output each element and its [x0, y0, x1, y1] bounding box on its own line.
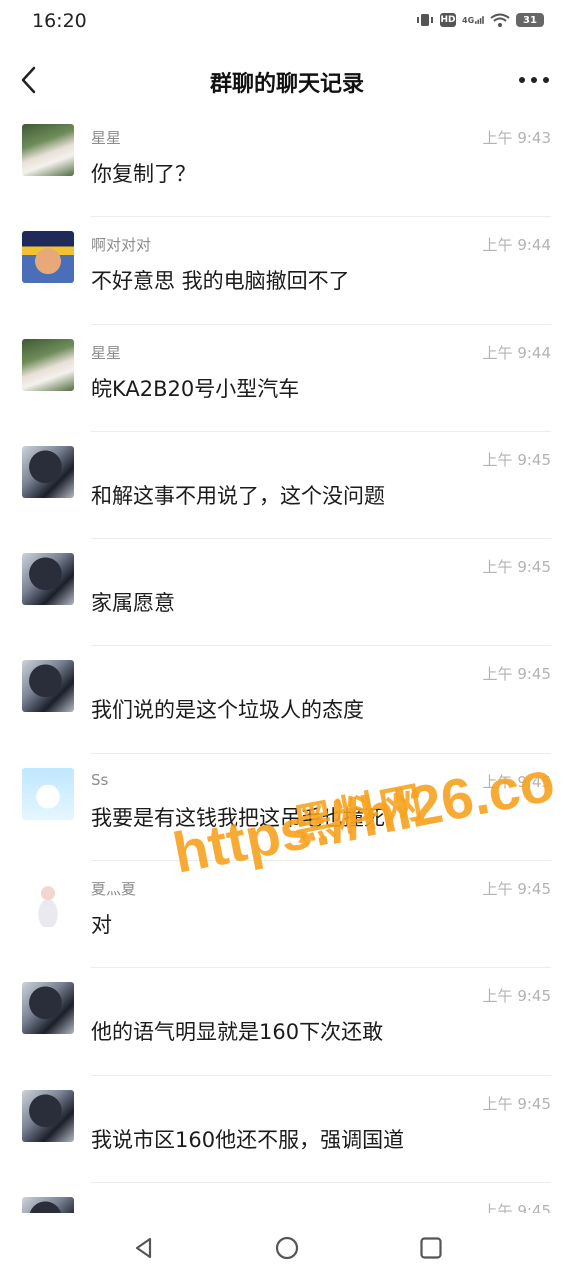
circle-home-icon — [275, 1236, 299, 1260]
square-recents-icon — [420, 1237, 442, 1259]
message-text: 我们说的是这个垃圾人的态度 — [91, 698, 364, 723]
vibrate-icon — [416, 12, 434, 28]
message-item[interactable]: 上午 9:45 — [0, 1183, 574, 1213]
page-title: 群聊的聊天记录 — [209, 72, 364, 97]
message-time: 上午 9:44 — [482, 343, 551, 362]
avatar[interactable] — [22, 338, 74, 391]
system-nav-bar — [0, 1213, 574, 1280]
header: 群聊的聊天记录 — [0, 50, 574, 110]
message-item[interactable]: Ss 上午 9:45 我要是有这钱我把这吊毛也撞死 — [0, 754, 574, 862]
avatar[interactable] — [22, 660, 74, 713]
message-text: 皖KA2B20号小型汽车 — [91, 376, 300, 401]
message-time: 上午 9:45 — [482, 1094, 551, 1113]
message-text: 不好意思 我的电脑撤回不了 — [91, 269, 350, 294]
signal-4g-icon: 4G — [462, 12, 484, 28]
sender-name: 啊对对对 — [91, 236, 152, 255]
avatar[interactable] — [22, 875, 74, 928]
avatar[interactable] — [22, 1196, 74, 1213]
message-time: 上午 9:45 — [482, 665, 551, 684]
avatar[interactable] — [22, 767, 74, 820]
message-time: 上午 9:43 — [482, 129, 551, 147]
more-dots-icon — [519, 77, 549, 83]
hd-icon: HD — [440, 13, 456, 27]
message-item[interactable]: 夏灬夏 上午 9:45 对 — [0, 861, 574, 969]
message-item[interactable]: 上午 9:45 我们说的是这个垃圾人的态度 — [0, 646, 574, 754]
sender-name: Ss — [91, 770, 109, 789]
nav-recents-button[interactable] — [414, 1231, 448, 1265]
avatar[interactable] — [22, 982, 74, 1035]
message-text: 和解这事不用说了，这个没问题 — [91, 483, 385, 508]
avatar[interactable] — [22, 553, 74, 606]
triangle-back-icon — [135, 1237, 152, 1259]
message-time: 上午 9:45 — [482, 987, 551, 1006]
message-time: 上午 9:45 — [482, 558, 551, 577]
message-list[interactable]: 星星 上午 9:43 你复制了？ 啊对对对 上午 9:44 不好意思 我的电脑撤… — [0, 110, 574, 1213]
sender-name: 星星 — [91, 129, 122, 147]
status-time: 16:20 — [32, 10, 87, 32]
message-text: 他的语气明显就是160下次还敢 — [91, 1020, 384, 1045]
message-text: 家属愿意 — [91, 591, 175, 616]
message-time: 上午 9:44 — [482, 236, 551, 255]
message-text: 对 — [91, 913, 112, 938]
message-time: 上午 9:45 — [482, 1201, 551, 1213]
message-time: 上午 9:45 — [482, 880, 551, 899]
message-time: 上午 9:45 — [482, 450, 551, 469]
avatar[interactable] — [22, 1089, 74, 1142]
avatar[interactable] — [22, 445, 74, 498]
avatar[interactable] — [22, 231, 74, 284]
message-item[interactable]: 啊对对对 上午 9:44 不好意思 我的电脑撤回不了 — [0, 217, 574, 325]
network-label: 4G — [462, 15, 475, 25]
message-item[interactable]: 上午 9:45 和解这事不用说了，这个没问题 — [0, 432, 574, 540]
nav-home-button[interactable] — [270, 1231, 304, 1265]
wifi-icon — [490, 12, 510, 28]
sender-name: 夏灬夏 — [91, 880, 137, 899]
status-bar: 16:20 HD 4G 31 — [0, 0, 574, 44]
message-item[interactable]: 上午 9:45 家属愿意 — [0, 539, 574, 647]
message-item[interactable]: 星星 上午 9:43 你复制了？ — [0, 110, 574, 218]
battery-icon: 31 — [516, 13, 544, 27]
nav-back-button[interactable] — [127, 1231, 161, 1265]
message-item[interactable]: 上午 9:45 我说市区160他还不服，强调国道 — [0, 1076, 574, 1183]
message-text: 我说市区160他还不服，强调国道 — [91, 1127, 405, 1152]
more-button[interactable] — [514, 64, 554, 96]
avatar[interactable] — [22, 124, 74, 176]
status-icons: HD 4G 31 — [416, 12, 544, 28]
message-time: 上午 9:45 — [482, 772, 551, 791]
message-item[interactable]: 上午 9:45 他的语气明显就是160下次还敢 — [0, 968, 574, 1076]
message-text: 我要是有这钱我把这吊毛也撞死 — [91, 805, 385, 830]
message-text: 你复制了？ — [91, 162, 196, 186]
message-item[interactable]: 星星 上午 9:44 皖KA2B20号小型汽车 — [0, 325, 574, 432]
sender-name: 星星 — [91, 343, 122, 362]
